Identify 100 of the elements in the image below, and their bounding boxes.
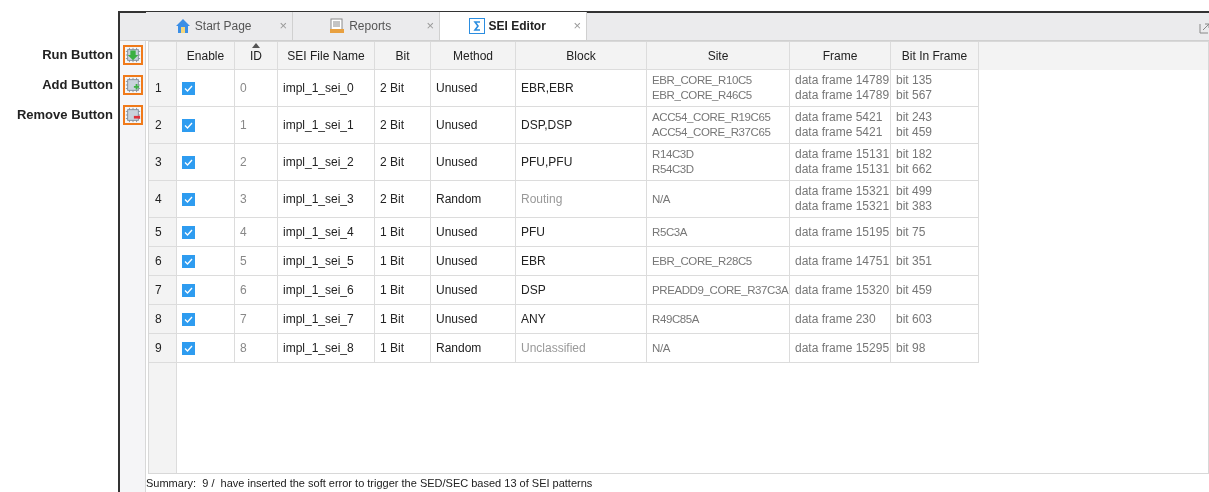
row-number: 2 bbox=[149, 107, 177, 144]
table-cell: 2 Bit bbox=[375, 70, 431, 107]
tab[interactable]: Reports × bbox=[293, 12, 440, 40]
table-cell: Unused bbox=[431, 70, 516, 107]
check-icon bbox=[184, 257, 193, 265]
bit-text: bit 243 bbox=[896, 110, 933, 125]
tab-label: SEI Editor bbox=[488, 18, 546, 35]
table-cell: Unused bbox=[431, 144, 516, 181]
frame-text: data frame 5421 bbox=[795, 110, 883, 125]
site-text: R54C3D bbox=[652, 162, 694, 177]
run-button[interactable] bbox=[122, 45, 143, 65]
column-header[interactable]: SEI File Name bbox=[278, 42, 375, 70]
bit-text: bit 499 bbox=[896, 184, 933, 199]
tab[interactable]: Start Page × bbox=[146, 12, 293, 40]
bit-text: bit 459 bbox=[896, 282, 933, 298]
site-text: ACC54_CORE_R37C65 bbox=[652, 125, 771, 140]
table-cell: impl_1_sei_8 bbox=[278, 334, 375, 363]
table-cell: Unused bbox=[431, 247, 516, 276]
table-cell: Unused bbox=[431, 107, 516, 144]
editor-icon bbox=[468, 18, 485, 34]
row-number: 7 bbox=[149, 276, 177, 305]
table-cell: DSP bbox=[516, 276, 647, 305]
table-cell: impl_1_sei_0 bbox=[278, 70, 375, 107]
table-cell: impl_1_sei_1 bbox=[278, 107, 375, 144]
table-cell: 2 bbox=[235, 144, 278, 181]
bit-text: bit 135 bbox=[896, 73, 933, 88]
site-text: ACC54_CORE_R19C65 bbox=[652, 110, 771, 125]
column-header[interactable]: Method bbox=[431, 42, 516, 70]
table-cell: impl_1_sei_2 bbox=[278, 144, 375, 181]
site-text: EBR_CORE_R28C5 bbox=[652, 253, 752, 269]
table-cell: 1 bbox=[235, 107, 278, 144]
frame-text: data frame 15321 bbox=[795, 184, 890, 199]
add-button[interactable] bbox=[122, 75, 143, 95]
enable-checkbox[interactable] bbox=[182, 155, 195, 169]
table-cell: 5 bbox=[235, 247, 278, 276]
remove-button[interactable] bbox=[122, 105, 143, 125]
site-text: R14C3D bbox=[652, 147, 694, 162]
table-cell: 2 Bit bbox=[375, 181, 431, 218]
enable-checkbox[interactable] bbox=[182, 225, 195, 239]
table-cell: Unused bbox=[431, 218, 516, 247]
enable-checkbox[interactable] bbox=[182, 81, 195, 95]
bit-text: bit 662 bbox=[896, 162, 933, 177]
chip-minus-icon bbox=[124, 106, 141, 124]
check-icon bbox=[184, 315, 193, 323]
table-cell: Random bbox=[431, 334, 516, 363]
bit-text: bit 567 bbox=[896, 88, 933, 103]
expand-icon[interactable] bbox=[1199, 22, 1209, 34]
site-text: N/A bbox=[652, 191, 670, 207]
table-cell: 4 bbox=[235, 218, 278, 247]
frame-text: data frame 15321 bbox=[795, 199, 890, 214]
column-header[interactable]: Bit In Frame bbox=[891, 42, 979, 70]
table-cell: 1 Bit bbox=[375, 334, 431, 363]
bit-text: bit 98 bbox=[896, 340, 926, 356]
bit-text: bit 351 bbox=[896, 253, 933, 269]
check-icon bbox=[184, 228, 193, 236]
enable-checkbox[interactable] bbox=[182, 312, 195, 326]
check-icon bbox=[184, 121, 193, 129]
table-cell: 0 bbox=[235, 70, 278, 107]
site-text: R49C85A bbox=[652, 311, 700, 327]
table-cell: PFU bbox=[516, 218, 647, 247]
enable-checkbox[interactable] bbox=[182, 192, 195, 206]
table-cell: DSP,DSP bbox=[516, 107, 647, 144]
enable-checkbox[interactable] bbox=[182, 254, 195, 268]
column-header[interactable]: Bit bbox=[375, 42, 431, 70]
row-number: 5 bbox=[149, 218, 177, 247]
annotation-label: Run Button bbox=[42, 46, 113, 64]
column-header[interactable]: Site bbox=[647, 42, 790, 70]
frame-text: data frame 15131 bbox=[795, 147, 890, 162]
bit-text: bit 75 bbox=[896, 224, 926, 240]
column-header[interactable]: Enable bbox=[177, 42, 235, 70]
column-header[interactable]: Block bbox=[516, 42, 647, 70]
enable-checkbox[interactable] bbox=[182, 341, 195, 355]
table-cell: 1 Bit bbox=[375, 218, 431, 247]
frame-text: data frame 15295 bbox=[795, 340, 890, 356]
enable-checkbox[interactable] bbox=[182, 118, 195, 132]
row-number: 1 bbox=[149, 70, 177, 107]
table-cell: EBR bbox=[516, 247, 647, 276]
bit-text: bit 182 bbox=[896, 147, 933, 162]
enable-checkbox[interactable] bbox=[182, 283, 195, 297]
site-text: R5C3A bbox=[652, 224, 688, 240]
tab-label: Start Page bbox=[194, 18, 252, 35]
column-header[interactable]: ID bbox=[235, 42, 278, 70]
row-number: 6 bbox=[149, 247, 177, 276]
table-cell: 2 Bit bbox=[375, 144, 431, 181]
table-cell: 7 bbox=[235, 305, 278, 334]
check-icon bbox=[184, 344, 193, 352]
bit-text: bit 383 bbox=[896, 199, 933, 214]
check-icon bbox=[184, 84, 193, 92]
frame-text: data frame 5421 bbox=[795, 125, 883, 140]
frame-text: data frame 15131 bbox=[795, 162, 890, 177]
check-icon bbox=[184, 158, 193, 166]
table-cell: 2 Bit bbox=[375, 107, 431, 144]
site-text: N/A bbox=[652, 340, 670, 356]
bit-text: bit 603 bbox=[896, 311, 933, 327]
tab[interactable]: SEI Editor × bbox=[440, 12, 587, 40]
table-cell: Unused bbox=[431, 305, 516, 334]
site-text: PREADD9_CORE_R37C3A bbox=[652, 282, 789, 298]
frame-text: data frame 14789 bbox=[795, 88, 890, 103]
summary-text: Summary: 9 / have inserted the soft error to trigger the SED/SEC based 13 of SEI patterns bbox=[146, 476, 593, 491]
column-header[interactable]: Frame bbox=[790, 42, 891, 70]
